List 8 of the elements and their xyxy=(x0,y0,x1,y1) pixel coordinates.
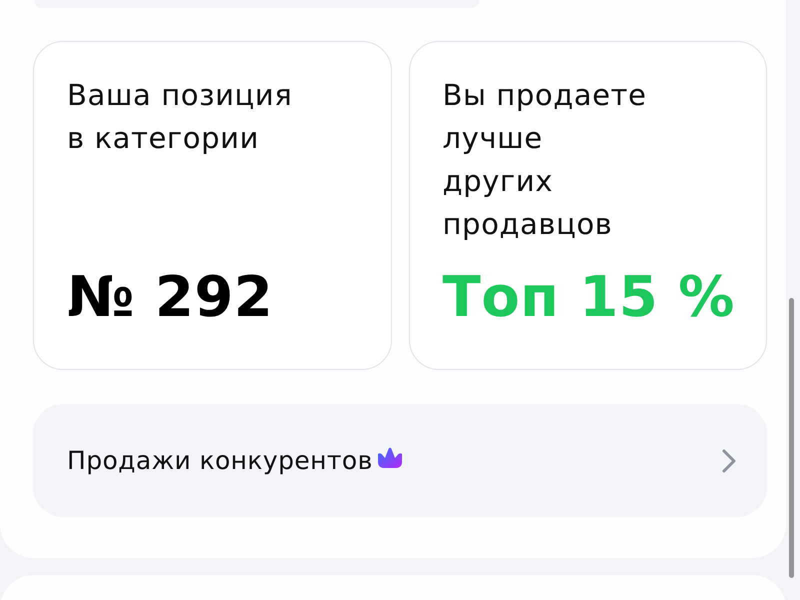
link-label: Продажи конкурентов xyxy=(67,446,373,475)
scrollbar-thumb[interactable] xyxy=(789,298,794,578)
stat-label: Ваша позиция в категории xyxy=(67,77,294,157)
chevron-right-icon xyxy=(721,448,737,472)
stat-value: № 292 xyxy=(67,267,274,329)
competitors-sales-link[interactable]: Продажи конкурентов xyxy=(33,404,767,517)
stat-value: Топ 15 % xyxy=(442,267,736,329)
stat-label: Вы продаете лучше других продавцов xyxy=(442,77,648,243)
